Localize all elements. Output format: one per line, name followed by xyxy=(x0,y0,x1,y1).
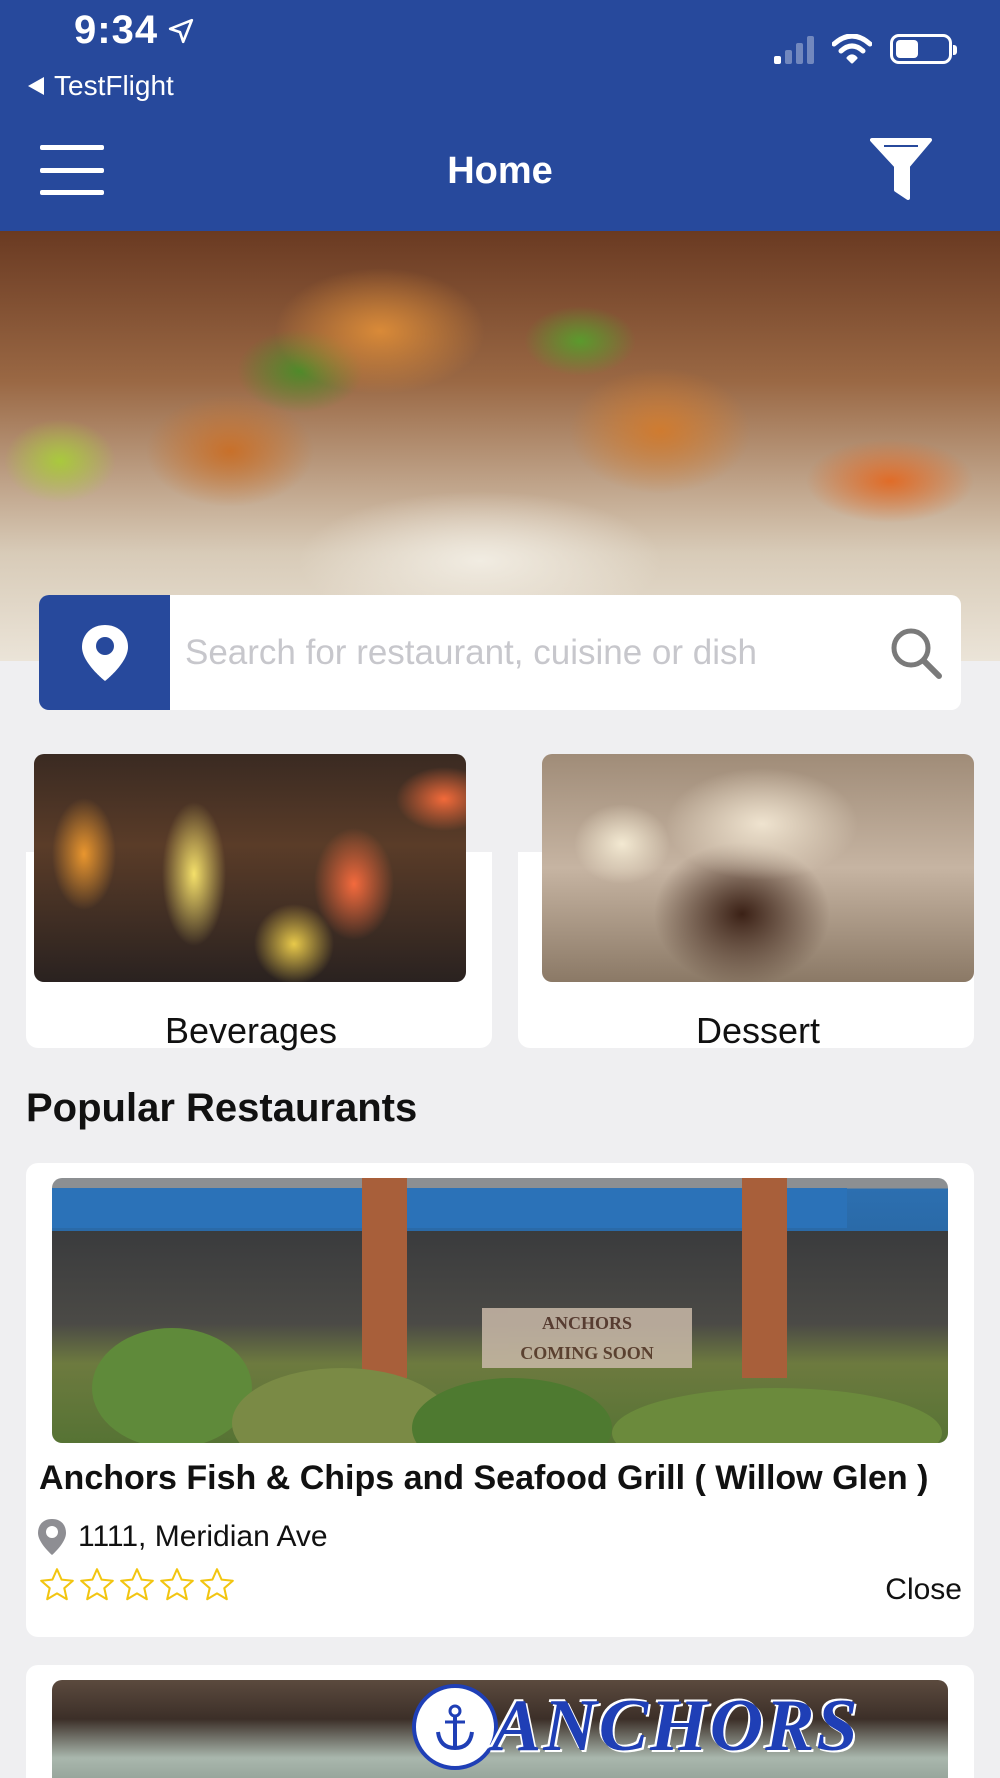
category-image-beverages[interactable] xyxy=(34,754,466,982)
wifi-icon xyxy=(832,34,872,64)
star-icon xyxy=(120,1568,154,1601)
shop-sign-text: ANCHORS xyxy=(541,1313,632,1333)
back-app-label: TestFlight xyxy=(54,70,174,101)
star-icon xyxy=(200,1568,234,1601)
restaurant-card[interactable]: ANCHORS COMING SOON Anchors Fish & Chips… xyxy=(26,1163,974,1637)
category-label-beverages: Beverages xyxy=(164,1010,338,1051)
beverages-image xyxy=(34,754,466,982)
shop-sign: ANCHORS COMING SOON xyxy=(482,1308,692,1368)
status-time-text: 9:34 xyxy=(74,8,159,52)
restaurant-address: 1111, Meridian Ave xyxy=(36,1518,328,1556)
app-header: 9:34 TestFlight Home xyxy=(0,0,1000,231)
anchor-logo-icon xyxy=(412,1684,498,1770)
cellular-signal-icon xyxy=(774,34,814,64)
rating-stars xyxy=(38,1566,236,1604)
status-indicators xyxy=(774,34,957,64)
battery-icon xyxy=(890,34,957,64)
search-input[interactable] xyxy=(170,595,871,710)
search-bar xyxy=(39,595,961,710)
restaurant-address-text: 1111, Meridian Ave xyxy=(78,1520,328,1553)
shop-sign-text: ANCHORS xyxy=(492,1685,860,1767)
star-icon xyxy=(40,1568,74,1601)
status-time: 9:34 xyxy=(74,8,194,53)
back-triangle-icon xyxy=(28,77,44,95)
back-to-app-button[interactable]: TestFlight xyxy=(28,70,174,102)
location-pin-icon xyxy=(81,624,128,681)
search-icon xyxy=(891,628,942,679)
dessert-image xyxy=(542,754,974,982)
category-image-dessert[interactable] xyxy=(542,754,974,982)
shop-sign-subtext: COMING SOON xyxy=(520,1343,654,1363)
page-title: Home xyxy=(447,150,553,192)
star-icon xyxy=(80,1568,114,1601)
restaurant-image: ANCHORS xyxy=(52,1680,948,1778)
popular-restaurants-heading: Popular Restaurants xyxy=(26,1086,418,1130)
category-label-dessert: Dessert xyxy=(695,1010,821,1051)
restaurant-status: Close xyxy=(885,1573,962,1606)
restaurant-name: Anchors Fish & Chips and Seafood Grill (… xyxy=(39,1459,929,1497)
location-arrow-icon xyxy=(168,18,194,43)
star-icon xyxy=(160,1568,194,1601)
restaurant-card[interactable]: ANCHORS xyxy=(26,1665,974,1778)
map-pin-icon xyxy=(38,1519,66,1555)
search-button[interactable] xyxy=(871,595,961,710)
location-pin-button[interactable] xyxy=(39,595,170,710)
restaurant-image: ANCHORS COMING SOON xyxy=(52,1178,948,1443)
filter-icon[interactable] xyxy=(870,136,932,202)
